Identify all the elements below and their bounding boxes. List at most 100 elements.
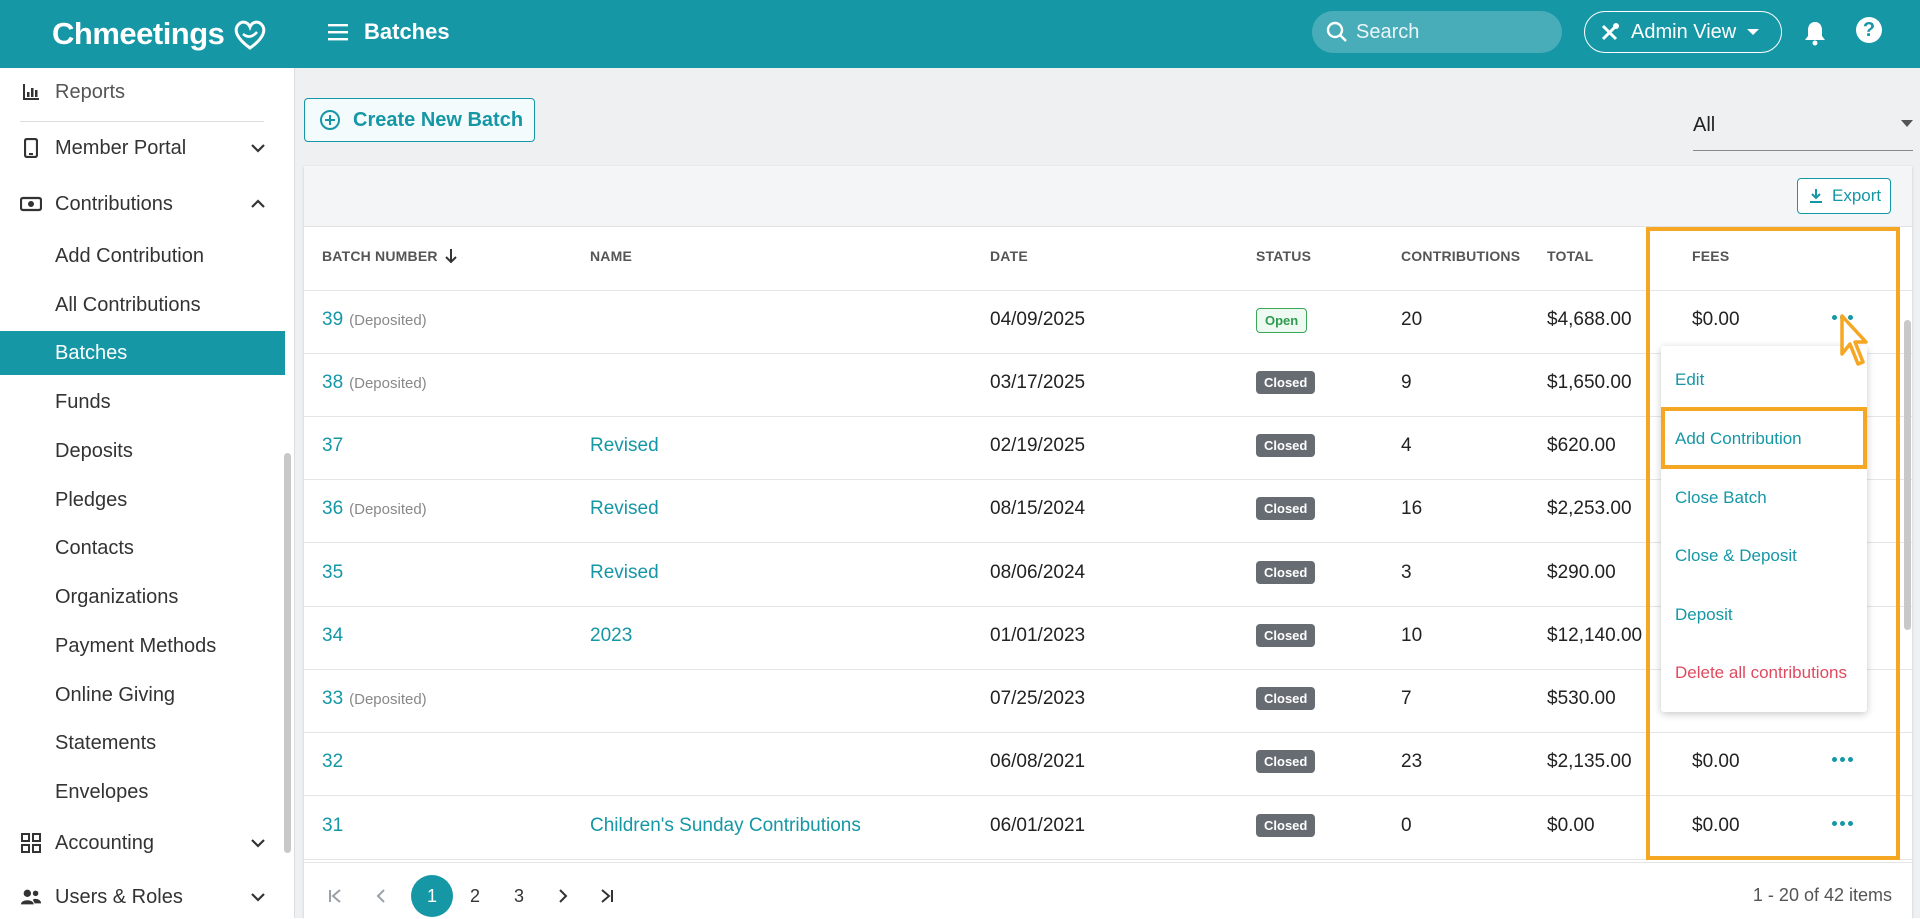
batch-number-link[interactable]: 37 <box>322 435 343 456</box>
batch-number-link[interactable]: 31 <box>322 815 343 836</box>
sidebar-item-label: Member Portal <box>55 136 187 159</box>
column-header-total[interactable]: TOTAL <box>1547 248 1593 264</box>
app-logo[interactable]: Chmeetings <box>52 14 270 54</box>
sidebar-item-funds[interactable]: Funds <box>0 380 285 424</box>
dot <box>1839 756 1845 762</box>
sidebar-item-users-roles[interactable]: Users & Roles <box>0 875 285 919</box>
sidebar-item-contributions[interactable]: Contributions <box>0 182 285 226</box>
sidebar-item-member-portal[interactable]: Member Portal <box>0 126 285 170</box>
sidebar-item-label: Users & Roles <box>55 885 183 908</box>
page-button-2[interactable]: 2 <box>454 875 496 917</box>
sidebar-item-deposits[interactable]: Deposits <box>0 429 285 473</box>
last-page-button[interactable] <box>586 875 628 917</box>
batch-number-link[interactable]: 36 <box>322 498 343 519</box>
batch-number-cell: 38 (Deposited) <box>322 372 427 394</box>
deposited-label: (Deposited) <box>349 312 427 329</box>
batch-number-cell: 34 <box>322 625 349 647</box>
batch-filter-select[interactable]: All <box>1693 110 1913 151</box>
caret-down-icon <box>1901 120 1913 127</box>
batch-number-link[interactable]: 33 <box>322 688 343 709</box>
sidebar-item-reports[interactable]: Reports <box>0 70 285 114</box>
table-row[interactable]: 32 06/08/2021 Closed 23 $2,135.00 $0.00 <box>304 732 1912 796</box>
status-badge: Closed <box>1256 371 1316 394</box>
sidebar-scrollbar[interactable] <box>284 453 291 853</box>
column-header-date[interactable]: DATE <box>990 248 1028 264</box>
batch-name-link[interactable]: Revised <box>590 562 659 584</box>
column-header-fees[interactable]: FEES <box>1692 248 1729 264</box>
page-button-3[interactable]: 3 <box>498 875 540 917</box>
sidebar-item-accounting[interactable]: Accounting <box>0 821 285 865</box>
search-placeholder: Search <box>1356 20 1420 43</box>
deposited-label: (Deposited) <box>349 501 427 518</box>
total-cell: $1,650.00 <box>1547 372 1632 393</box>
sidebar-item-label: Pledges <box>55 488 128 511</box>
dot <box>1831 314 1837 320</box>
batch-name-link[interactable]: 2023 <box>590 625 632 647</box>
export-button[interactable]: Export <box>1797 178 1891 214</box>
status-badge: Closed <box>1256 434 1316 457</box>
table-row[interactable]: 39 (Deposited) 04/09/2025 Open 20 $4,688.00 $0… <box>304 290 1912 354</box>
batch-number-link[interactable]: 39 <box>322 309 343 330</box>
batch-number-link[interactable]: 34 <box>322 625 343 646</box>
batch-number-link[interactable]: 35 <box>322 562 343 583</box>
sidebar-item-payment-methods[interactable]: Payment Methods <box>0 624 285 668</box>
contributions-count-cell: 4 <box>1401 435 1412 456</box>
batch-number-cell: 35 <box>322 562 349 584</box>
deposited-label: (Deposited) <box>349 691 427 708</box>
page-button-1[interactable]: 1 <box>411 875 453 917</box>
more-actions-icon[interactable] <box>1827 744 1857 774</box>
batch-number-link[interactable]: 38 <box>322 372 343 393</box>
sidebar-item-label: All Contributions <box>55 293 201 316</box>
table-scrollbar[interactable] <box>1904 320 1911 630</box>
menu-item-delete-all-contributions[interactable]: Delete all contributions <box>1675 663 1847 683</box>
sidebar-item-label: Organizations <box>55 585 179 608</box>
dot <box>1847 756 1853 762</box>
first-page-button[interactable] <box>314 875 356 917</box>
sidebar-item-contacts[interactable]: Contacts <box>0 526 285 570</box>
more-actions-icon[interactable] <box>1827 808 1857 838</box>
sidebar-item-add-contribution[interactable]: Add Contribution <box>0 234 285 278</box>
column-header-status[interactable]: STATUS <box>1256 248 1311 264</box>
batch-name-link[interactable]: Children's Sunday Contributions <box>590 815 861 837</box>
help-icon[interactable]: ? <box>1856 17 1882 43</box>
menu-item-close-deposit[interactable]: Close & Deposit <box>1675 546 1797 566</box>
admin-view-dropdown[interactable]: Admin View <box>1584 11 1782 53</box>
contributions-count-cell: 16 <box>1401 498 1423 519</box>
sidebar-item-statements[interactable]: Statements <box>0 721 285 765</box>
column-header-contributions[interactable]: CONTRIBUTIONS <box>1401 248 1520 264</box>
sidebar-item-organizations[interactable]: Organizations <box>0 575 285 619</box>
column-header-batch-number[interactable]: BATCH NUMBER <box>322 248 458 264</box>
batch-number-cell: 31 <box>322 815 349 837</box>
filter-value: All <box>1693 114 1716 136</box>
last-page-icon <box>601 889 613 903</box>
bell-icon[interactable] <box>1803 20 1827 46</box>
batch-name-link[interactable]: Revised <box>590 498 659 520</box>
date-cell: 06/01/2021 <box>990 815 1086 836</box>
previous-page-button[interactable] <box>360 875 402 917</box>
table-row[interactable]: 31 Children's Sunday Contributions 06/01/2… <box>304 796 1912 860</box>
sidebar-item-pledges[interactable]: Pledges <box>0 478 285 522</box>
menu-item-deposit[interactable]: Deposit <box>1675 605 1733 625</box>
date-cell: 01/01/2023 <box>990 625 1086 646</box>
sidebar-item-envelopes[interactable]: Envelopes <box>0 770 285 814</box>
sidebar-item-batches[interactable]: Batches <box>0 331 285 375</box>
batch-name-link[interactable]: Revised <box>590 435 659 457</box>
sidebar-item-all-contributions[interactable]: All Contributions <box>0 283 285 327</box>
create-new-batch-button[interactable]: Create New Batch <box>304 98 535 142</box>
menu-item-edit[interactable]: Edit <box>1675 370 1704 390</box>
search-input[interactable]: Search <box>1312 11 1562 53</box>
chevron-right-icon <box>559 889 568 903</box>
batch-number-link[interactable]: 32 <box>322 751 343 772</box>
batch-number-cell: 36 (Deposited) <box>322 498 427 520</box>
pagination-info: 1 - 20 of 42 items <box>1752 885 1892 905</box>
sidebar-item-online-giving[interactable]: Online Giving <box>0 673 285 717</box>
top-bar: Chmeetings Batches Search Admin View ? <box>0 0 1920 68</box>
column-header-name[interactable]: NAME <box>590 248 632 264</box>
menu-item-add-contribution[interactable]: Add Contribution <box>1675 429 1802 449</box>
hamburger-menu-icon[interactable] <box>326 20 350 44</box>
chevron-down-icon <box>251 144 265 153</box>
status-badge: Closed <box>1256 497 1316 520</box>
next-page-button[interactable] <box>542 875 584 917</box>
sidebar-item-label: Batches <box>55 341 128 364</box>
menu-item-close-batch[interactable]: Close Batch <box>1675 488 1767 508</box>
